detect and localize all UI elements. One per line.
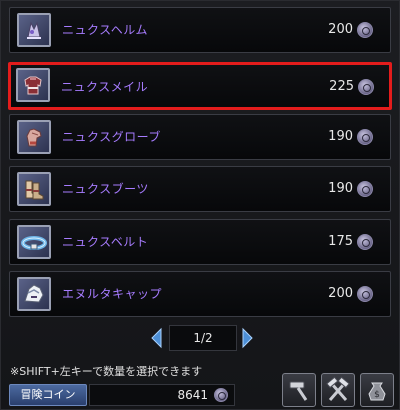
shop-item-row[interactable]: ニュクスグローブ 190 [9,114,391,160]
item-price: 190 [328,129,353,144]
belt-icon [17,225,51,259]
item-price: 175 [328,234,353,249]
coin-icon [357,129,373,145]
prev-page-arrow-icon[interactable] [149,327,163,349]
item-name: ニュクスベルト [62,235,149,249]
item-price: 190 [328,181,353,196]
coin-bag-icon: $ [368,382,386,401]
svg-text:$: $ [374,390,380,400]
item-name: エヌルタキャップ [62,287,163,301]
crossed-hammers-icon [326,376,350,401]
coin-icon [357,234,373,250]
armor-icon [16,68,50,102]
coin-balance: 8641 [177,388,208,402]
repair-button[interactable] [282,373,316,407]
item-price: 225 [329,79,354,94]
shop-item-row[interactable]: エヌルタキャップ 200 [9,271,391,317]
coin-icon [357,286,373,302]
repair-all-button[interactable] [321,373,355,407]
item-price: 200 [328,22,353,37]
shop-item-row[interactable]: ニュクスブーツ 190 [9,166,391,212]
item-name: ニュクスグローブ [62,130,161,144]
adventure-coin-button[interactable]: 冒険コイン [9,384,87,406]
coin-icon [357,22,373,38]
coin-icon [214,388,228,402]
glove-icon [17,120,51,154]
coin-icon [358,79,374,95]
item-name: ニュクスブーツ [62,182,149,196]
helm-icon [17,13,51,47]
coin-bag-button[interactable]: $ [360,373,394,407]
shift-click-hint: ※SHIFT+左キーで数量を選択できます [10,365,203,378]
pager: 1/2 [1,325,400,351]
item-name: ニュクスヘルム [62,23,149,37]
next-page-arrow-icon[interactable] [241,327,255,349]
cap-icon [17,277,51,311]
coin-icon [357,181,373,197]
coin-balance-box: 8641 [89,384,235,406]
boots-icon [17,172,51,206]
shop-item-row[interactable]: ニュクスベルト 175 [9,219,391,265]
shop-item-row-selected[interactable]: ニュクスメイル 225 [8,62,392,110]
shop-item-row[interactable]: ニュクスヘルム 200 [9,7,391,53]
page-indicator: 1/2 [169,325,237,351]
item-name: ニュクスメイル [61,80,149,94]
item-price: 200 [328,286,353,301]
hammer-icon [289,381,308,401]
shop-panel: ニュクスヘルム 200 ニュクスメイル 225 ニュクスグローブ 190 ニュク… [0,0,400,410]
